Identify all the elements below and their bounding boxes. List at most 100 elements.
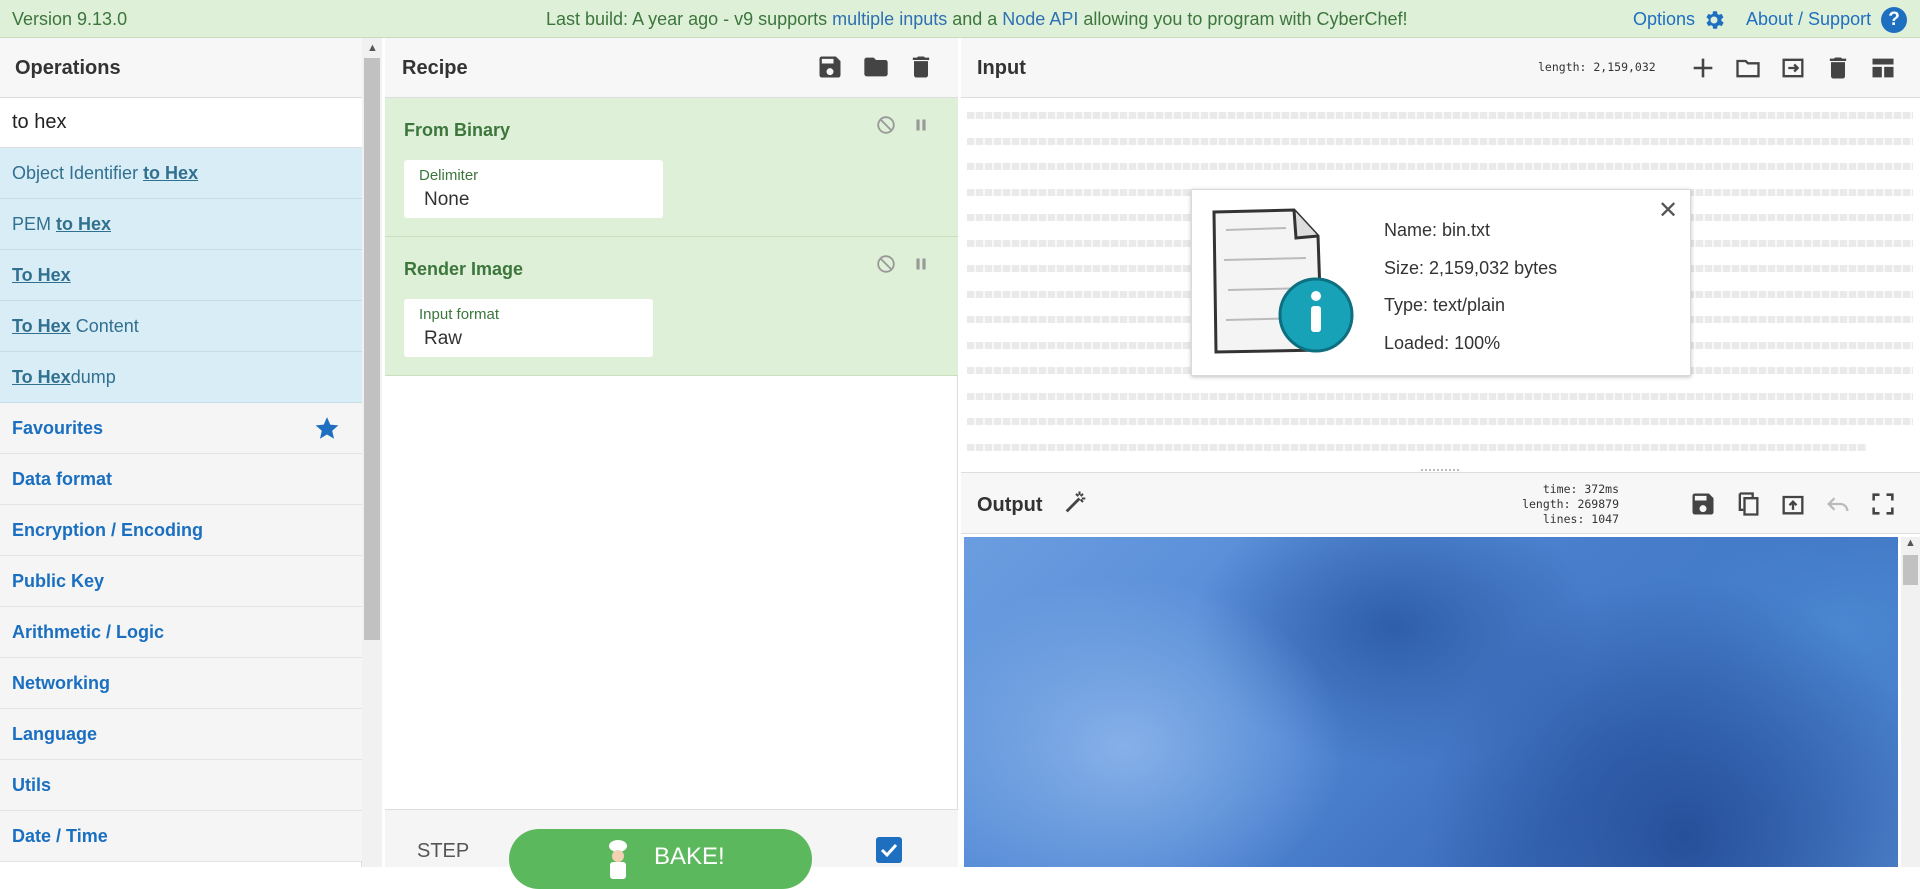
op-result-item[interactable]: To Hex: [0, 250, 362, 301]
delimiter-label: Delimiter: [419, 167, 479, 184]
open-file-input-icon[interactable]: [1779, 54, 1807, 82]
op-result-match: to Hex: [143, 163, 199, 183]
recipe-pane: Recipe From Binary Delimiter None Render…: [385, 38, 958, 889]
category-language[interactable]: Language: [0, 709, 362, 760]
input-text-line: [967, 418, 1913, 425]
gear-icon[interactable]: [1702, 8, 1726, 32]
step-button[interactable]: STEP: [417, 840, 469, 863]
top-banner: Version 9.13.0 Last build: A year ago - …: [0, 0, 1920, 38]
recipe-op-name[interactable]: Render Image: [404, 259, 523, 280]
maximise-output-icon[interactable]: [1869, 490, 1897, 518]
category-label: Networking: [12, 673, 111, 693]
breakpoint-pause-icon[interactable]: [910, 253, 932, 275]
category-encryption-encoding[interactable]: Encryption / Encoding: [0, 505, 362, 556]
operations-header: Operations: [0, 38, 362, 98]
category-label: Data format: [12, 469, 113, 489]
output-time-stat: time: 372ms: [1542, 482, 1619, 496]
op-result-match: to Hex: [56, 214, 112, 234]
chef-icon: [609, 840, 627, 879]
disable-op-icon[interactable]: [875, 114, 897, 136]
multiple-inputs-link[interactable]: multiple inputs: [832, 9, 947, 29]
clear-input-trash-icon[interactable]: [1824, 54, 1852, 82]
replace-input-with-output-icon[interactable]: [1779, 490, 1807, 518]
input-format-label: Input format: [419, 306, 500, 323]
category-date-time[interactable]: Date / Time: [0, 811, 362, 862]
about-support-link[interactable]: About / Support: [1746, 9, 1871, 30]
file-type: Type: text/plain: [1384, 295, 1506, 315]
input-title: Input: [977, 57, 1026, 79]
load-recipe-folder-icon[interactable]: [862, 53, 890, 81]
file-name: Name: bin.txt: [1384, 220, 1491, 240]
node-api-link[interactable]: Node API: [1002, 9, 1078, 29]
category-favourites[interactable]: Favourites: [0, 403, 362, 454]
category-public-key[interactable]: Public Key: [0, 556, 362, 607]
op-result-item[interactable]: Object Identifier to Hex: [0, 148, 362, 199]
file-details-popup: ✕ Name: bin.txt Size: 2,159,032 bytes Ty…: [1191, 189, 1691, 376]
build-notice-text-mid: and a: [947, 9, 1003, 29]
category-label: Encryption / Encoding: [12, 520, 204, 540]
input-text-line: [967, 163, 1913, 170]
disable-op-icon[interactable]: [875, 253, 897, 275]
file-size: Size: 2,159,032 bytes: [1384, 258, 1558, 278]
operations-scrollbar-thumb[interactable]: [364, 58, 380, 640]
input-length-stat: length: 2,159,032: [1538, 60, 1656, 74]
output-scrollbar[interactable]: ▲: [1901, 537, 1920, 867]
favourite-star-icon[interactable]: [314, 415, 340, 441]
op-result-item[interactable]: To Hexdump: [0, 352, 362, 403]
category-arithmetic-logic[interactable]: Arithmetic / Logic: [0, 607, 362, 658]
category-label: Public Key: [12, 571, 105, 591]
category-networking[interactable]: Networking: [0, 658, 362, 709]
category-utils[interactable]: Utils: [0, 760, 362, 811]
op-result-text: Content: [70, 316, 139, 336]
operations-pane: Operations Object Identifier to HexPEM t…: [0, 38, 362, 867]
undo-icon[interactable]: [1824, 490, 1852, 518]
magic-wand-icon[interactable]: [1062, 488, 1090, 516]
op-result-text: Object Identifier: [12, 163, 144, 183]
save-recipe-icon[interactable]: [816, 53, 844, 81]
output-length-stat: length: 269879: [1522, 497, 1619, 511]
recipe-title: Recipe: [402, 57, 468, 79]
recipe-op-name[interactable]: From Binary: [404, 120, 510, 141]
breakpoint-pause-icon[interactable]: [910, 114, 932, 136]
bake-bar: STEP BAKE!: [385, 809, 958, 889]
options-link[interactable]: Options: [1633, 9, 1695, 30]
category-label: Favourites: [12, 418, 104, 438]
op-result-item[interactable]: PEM to Hex: [0, 199, 362, 250]
output-title: Output: [977, 494, 1043, 516]
category-label: Arithmetic / Logic: [12, 622, 165, 642]
op-result-match: To Hex: [12, 265, 71, 285]
scroll-up-arrow-icon[interactable]: ▲: [367, 42, 378, 54]
operations-scrollbar[interactable]: ▲: [362, 38, 382, 867]
reset-layout-icon[interactable]: [1869, 54, 1897, 82]
op-result-item[interactable]: To Hex Content: [0, 301, 362, 352]
clear-recipe-trash-icon[interactable]: [907, 53, 935, 81]
op-result-match: To Hex: [12, 316, 71, 336]
recipe-op-render-image[interactable]: Render Image Input format Raw: [385, 237, 958, 376]
build-notice: Last build: A year ago - v9 supports mul…: [546, 9, 1408, 30]
add-tab-plus-icon[interactable]: [1689, 54, 1717, 82]
copy-output-icon[interactable]: [1734, 490, 1762, 518]
save-output-icon[interactable]: [1689, 490, 1717, 518]
op-result-text: dump: [70, 367, 116, 387]
recipe-op-from-binary[interactable]: From Binary Delimiter None: [385, 98, 958, 237]
bake-button[interactable]: BAKE!: [509, 829, 812, 889]
output-stats: time: 372ms length: 269879 lines: 1047: [1521, 482, 1619, 527]
delimiter-field[interactable]: Delimiter None: [404, 160, 663, 218]
category-label: Language: [12, 724, 98, 744]
scroll-up-arrow-icon[interactable]: ▲: [1905, 537, 1916, 549]
input-format-field[interactable]: Input format Raw: [404, 299, 653, 357]
operations-title: Operations: [15, 57, 121, 79]
help-icon[interactable]: ?: [1881, 7, 1907, 33]
output-scrollbar-thumb[interactable]: [1903, 555, 1918, 585]
recipe-header: Recipe: [385, 38, 958, 98]
output-pane: Output time: 372ms length: 269879 lines:…: [961, 472, 1920, 867]
close-popup-icon[interactable]: ✕: [1658, 196, 1678, 225]
input-format-value[interactable]: Raw: [424, 328, 462, 350]
auto-bake-checkbox[interactable]: [876, 837, 902, 863]
category-label: Date / Time: [12, 826, 108, 846]
operations-search-input[interactable]: [0, 98, 362, 148]
category-data-format[interactable]: Data format: [0, 454, 362, 505]
open-folder-icon[interactable]: [1734, 54, 1762, 82]
delimiter-value[interactable]: None: [424, 189, 469, 211]
checkmark-icon: [880, 843, 898, 858]
